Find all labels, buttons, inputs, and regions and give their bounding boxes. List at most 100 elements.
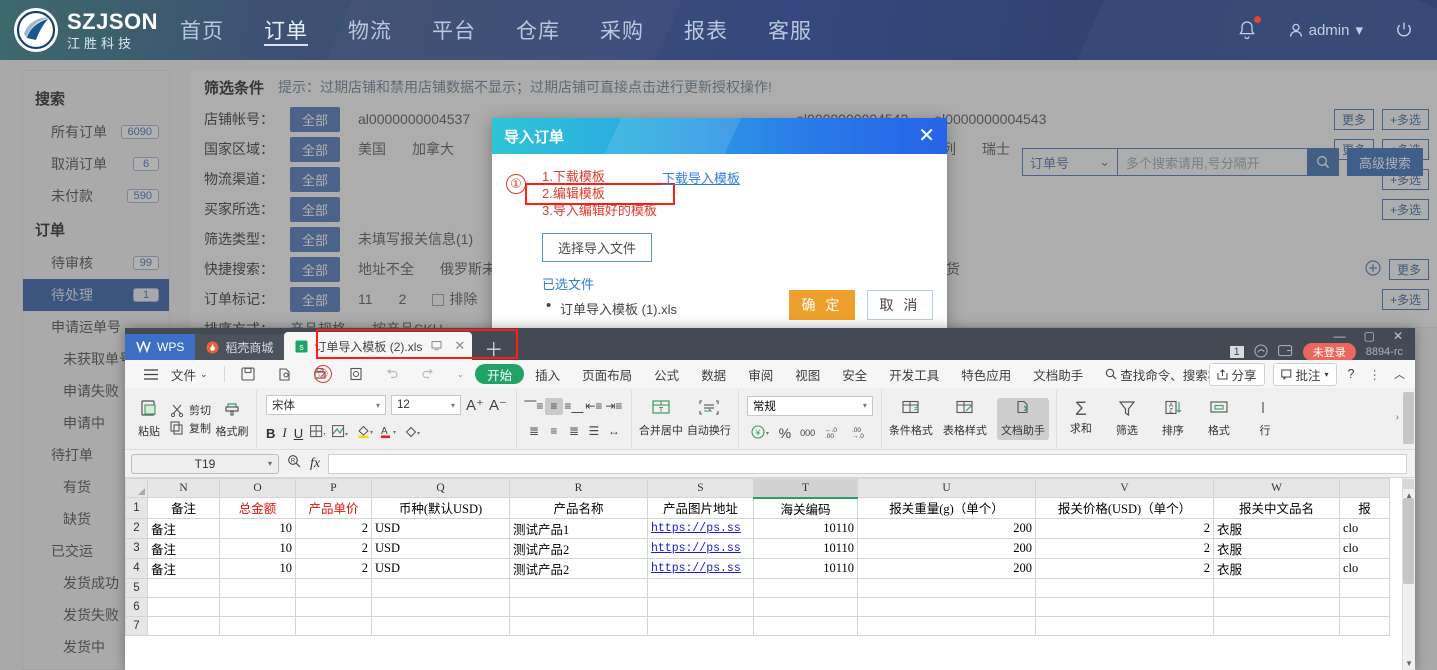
cell-V7[interactable]: [1035, 615, 1214, 636]
cell-S4[interactable]: https://ps.ss: [647, 557, 754, 579]
cell-R5[interactable]: [509, 577, 648, 598]
clear-format-button[interactable]: ▾: [404, 425, 421, 442]
column-header-partial[interactable]: [1339, 478, 1390, 498]
cell-T2[interactable]: 10110: [753, 517, 858, 539]
merge-center-button[interactable]: T 合并居中: [639, 399, 683, 438]
justify-button[interactable]: ☰: [585, 423, 603, 440]
logout-button[interactable]: [1381, 0, 1427, 60]
borders-button[interactable]: ▾: [310, 425, 327, 441]
nav-item-purchase[interactable]: 采购: [580, 0, 664, 60]
format-painter-button[interactable]: 格式刷: [215, 398, 249, 439]
comment-button[interactable]: 批注 ▾: [1272, 362, 1337, 386]
ribbon-tab-start[interactable]: 开始: [475, 364, 525, 384]
cell-N2[interactable]: 备注: [147, 517, 220, 539]
cell-U5[interactable]: [857, 577, 1036, 598]
font-color-button[interactable]: A ▾: [380, 424, 397, 442]
cell-T5[interactable]: [753, 577, 858, 598]
user-menu[interactable]: admin ▾: [1275, 0, 1377, 60]
choose-file-button[interactable]: 选择导入文件: [542, 233, 652, 262]
nav-item-reports[interactable]: 报表: [664, 0, 748, 60]
cell-X3[interactable]: clo: [1339, 537, 1390, 559]
maximize-button[interactable]: ▢: [1364, 329, 1375, 343]
ribbon-tab-data[interactable]: 数据: [690, 360, 737, 388]
cell-V4[interactable]: 2: [1035, 557, 1214, 579]
cell-T1[interactable]: 海关编码: [753, 497, 858, 519]
vertical-scrollbar-thumb[interactable]: [1403, 498, 1414, 584]
italic-button[interactable]: I: [282, 425, 286, 441]
cell-V6[interactable]: [1035, 596, 1214, 617]
nav-item-warehouse[interactable]: 仓库: [496, 0, 580, 60]
align-bottom-button[interactable]: ≡⎽: [564, 398, 583, 415]
confirm-button[interactable]: 确 定: [789, 290, 855, 320]
decrease-indent-button[interactable]: ⇤≡: [585, 398, 603, 415]
cell-V2[interactable]: 2: [1035, 517, 1214, 539]
cell-T7[interactable]: [753, 615, 858, 636]
ribbon-tab-developer[interactable]: 开发工具: [878, 360, 950, 388]
row-header[interactable]: 4: [125, 557, 148, 579]
decrease-decimal-button[interactable]: .00 →.0: [851, 425, 869, 442]
print-find-icon[interactable]: [338, 360, 374, 388]
percent-format-button[interactable]: %: [779, 425, 791, 441]
download-template-link[interactable]: 下载导入模板: [662, 168, 740, 187]
ribbon-tab-view[interactable]: 视图: [784, 360, 831, 388]
number-format-select[interactable]: 常规 ▾: [746, 395, 873, 416]
cell-W3[interactable]: 衣服: [1213, 537, 1340, 559]
bold-button[interactable]: B: [266, 426, 275, 441]
column-header-P[interactable]: P: [295, 478, 372, 498]
cell-Q7[interactable]: [371, 615, 510, 636]
document-count-box[interactable]: 1: [1229, 346, 1244, 358]
grow-font-button[interactable]: A⁺: [466, 396, 484, 414]
cell-O3[interactable]: 10: [219, 537, 296, 559]
cell-O1[interactable]: 总金额: [219, 497, 296, 519]
nav-item-customer-service[interactable]: 客服: [748, 0, 832, 60]
cell-R7[interactable]: [509, 615, 648, 636]
cell-X7[interactable]: [1339, 615, 1390, 636]
cell-P5[interactable]: [295, 577, 372, 598]
cell-N4[interactable]: 备注: [147, 557, 220, 579]
cell-S6[interactable]: [647, 596, 754, 617]
cell-S2[interactable]: https://ps.ss: [647, 517, 754, 539]
file-menu-button[interactable]: 文件 ⌄: [169, 360, 219, 388]
cell-P7[interactable]: [295, 615, 372, 636]
zoom-search-icon[interactable]: R: [287, 454, 302, 474]
cell-S5[interactable]: [647, 577, 754, 598]
cell-X6[interactable]: [1339, 596, 1390, 617]
cell-T6[interactable]: [753, 596, 858, 617]
hamburger-icon[interactable]: [133, 360, 169, 388]
cell-O2[interactable]: 10: [219, 517, 296, 539]
cell-R3[interactable]: 测试产品2: [509, 537, 648, 559]
ribbon-tab-featured-apps[interactable]: 特色应用: [950, 360, 1022, 388]
copy-button[interactable]: 复制: [170, 420, 211, 436]
ribbon-tab-page-layout[interactable]: 页面布局: [571, 360, 643, 388]
cell-U3[interactable]: 200: [857, 537, 1036, 559]
cell-R6[interactable]: [509, 596, 648, 617]
cell-Q1[interactable]: 币种(默认USD): [371, 497, 510, 519]
ribbon-tab-review[interactable]: 审阅: [737, 360, 784, 388]
wps-home-tab[interactable]: WPS: [125, 334, 196, 360]
sum-button[interactable]: Σ 求和: [1064, 400, 1098, 436]
ribbon-tab-security[interactable]: 安全: [831, 360, 878, 388]
ribbon-expand-icon[interactable]: ›: [1396, 412, 1399, 423]
nav-item-home[interactable]: 首页: [160, 0, 244, 60]
cell-P4[interactable]: 2: [295, 557, 372, 579]
ribbon-tab-formula[interactable]: 公式: [643, 360, 690, 388]
paste-button[interactable]: 粘贴: [132, 398, 166, 439]
filter-button[interactable]: 筛选: [1110, 400, 1144, 438]
cell-T4[interactable]: 10110: [753, 557, 858, 579]
cell-Q5[interactable]: [371, 577, 510, 598]
wps-store-tab[interactable]: 稻壳商城: [195, 334, 285, 360]
cell-U6[interactable]: [857, 596, 1036, 617]
increase-indent-button[interactable]: ⇥≡: [605, 398, 623, 415]
currency-format-button[interactable]: ¥ ▾: [751, 424, 770, 442]
align-middle-button[interactable]: ≡: [544, 397, 563, 415]
cell-Q4[interactable]: USD: [371, 557, 510, 579]
cell-T3[interactable]: 10110: [753, 537, 858, 559]
align-left-button[interactable]: ≣: [525, 423, 543, 440]
shrink-font-button[interactable]: A⁻: [489, 396, 507, 414]
row-header[interactable]: 2: [125, 517, 148, 539]
ribbon-scrollbar-thumb[interactable]: [1403, 392, 1414, 444]
column-header-S[interactable]: S: [647, 478, 754, 498]
row-header[interactable]: 6: [125, 596, 148, 617]
sort-button[interactable]: AZ 排序: [1156, 400, 1190, 438]
close-button[interactable]: ✕: [1393, 329, 1403, 343]
